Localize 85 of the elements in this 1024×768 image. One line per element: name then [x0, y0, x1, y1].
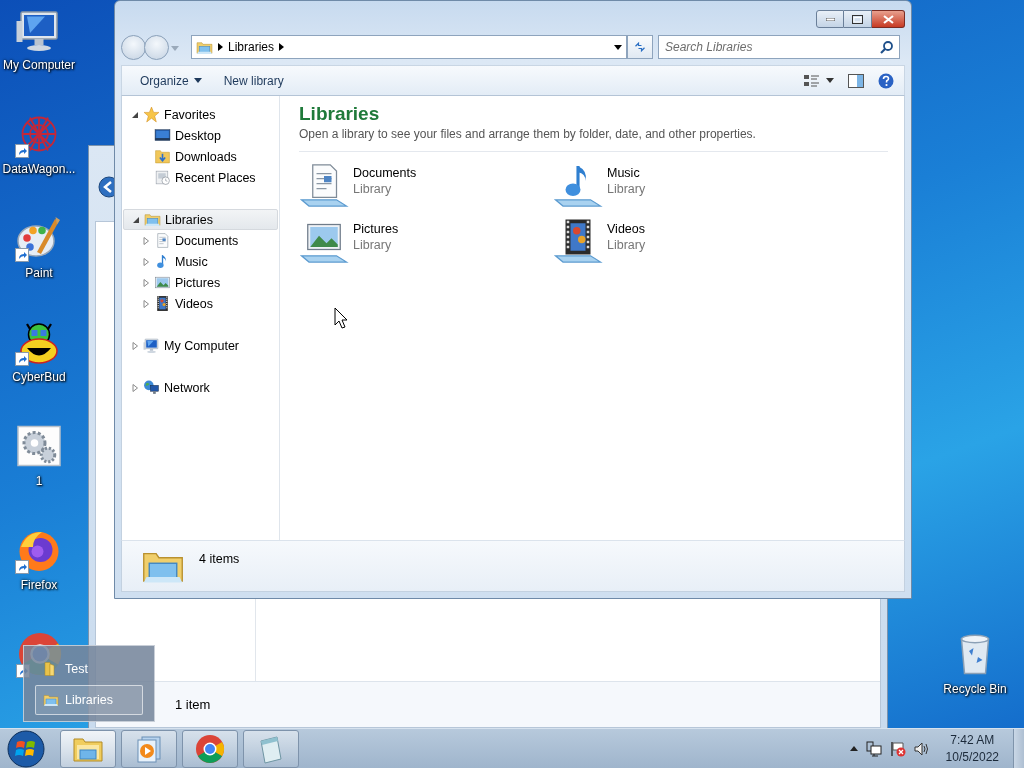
- caret-icon: [614, 44, 622, 50]
- flag-error-icon: [889, 740, 906, 757]
- preview-pane-icon: [848, 73, 864, 88]
- page-title: Libraries: [299, 102, 381, 126]
- collapsed-arrow-icon: [142, 278, 150, 287]
- nav-item[interactable]: Pictures: [123, 272, 278, 293]
- desktop-shortcut[interactable]: DataWagon...: [0, 110, 78, 214]
- view-list-icon: [804, 73, 820, 88]
- address-bar[interactable]: Libraries: [191, 35, 627, 59]
- nav-item[interactable]: Documents: [123, 230, 278, 251]
- chevron-icon: [218, 43, 223, 51]
- restore-icon: [852, 14, 863, 24]
- downloads-folder-icon: [154, 148, 171, 165]
- network-tray-icon: [865, 740, 882, 757]
- nav-item[interactable]: Recent Places: [123, 167, 278, 188]
- library-item[interactable]: Pictures Library: [299, 214, 553, 270]
- desktop-shortcut[interactable]: Paint: [0, 214, 78, 318]
- library-item[interactable]: Music Library: [553, 158, 807, 214]
- minimize-button[interactable]: [816, 10, 844, 28]
- clock[interactable]: 7:42 AM 10/5/2022: [939, 731, 1005, 766]
- library-item[interactable]: Documents Library: [299, 158, 553, 214]
- help-icon: [878, 72, 894, 89]
- desktop-shortcut[interactable]: Recycle Bin: [936, 630, 1014, 734]
- desktop-screen-icon: [154, 127, 171, 144]
- jump-list-item[interactable]: Test: [35, 658, 143, 680]
- collapsed-arrow-icon: [142, 257, 150, 266]
- menu-button[interactable]: Organize: [132, 69, 210, 92]
- minimize-icon: [825, 17, 835, 21]
- expanded-arrow-icon: [132, 215, 140, 224]
- search-field[interactable]: Search Libraries: [658, 35, 900, 59]
- library-folder-icon: [43, 692, 59, 708]
- recent-places-icon: [154, 169, 171, 186]
- refresh-icon: [634, 40, 646, 54]
- item-count: 1 item: [175, 697, 211, 712]
- nav-item[interactable]: Network: [123, 377, 278, 398]
- network-globe-icon: [143, 379, 160, 396]
- refresh-button[interactable]: [627, 35, 653, 59]
- nav-item[interactable]: Desktop: [123, 125, 278, 146]
- taskbar-button[interactable]: [243, 729, 299, 768]
- picture-frame-icon: [154, 274, 171, 291]
- search-icon: [880, 40, 894, 54]
- desktop-shortcut[interactable]: Firefox: [0, 526, 78, 630]
- nav-item[interactable]: Downloads: [123, 146, 278, 167]
- nav-item[interactable]: Libraries: [123, 209, 278, 230]
- caret-icon: [826, 78, 834, 83]
- collapsed-arrow-icon: [131, 341, 139, 350]
- start-button[interactable]: [6, 728, 46, 768]
- monitor-icon: [143, 337, 160, 354]
- nav-item[interactable]: My Computer: [123, 335, 278, 356]
- collapsed-arrow-icon: [142, 299, 150, 308]
- caret-icon: [193, 78, 202, 83]
- taskbar-button[interactable]: [182, 729, 238, 768]
- toolbar-button[interactable]: New library: [215, 69, 292, 92]
- windows-logo-icon: [6, 728, 46, 768]
- speaker-icon: [913, 740, 930, 757]
- nav-item[interactable]: Videos: [123, 293, 278, 314]
- page-description: Open a library to see your files and arrange them by folder, date, and other properties.: [299, 126, 888, 152]
- chrome-logo-icon: [194, 732, 226, 765]
- show-hidden-icons-icon: [849, 746, 858, 751]
- mouse-cursor-icon: [334, 307, 348, 329]
- library-folder-icon: [144, 211, 161, 228]
- maximize-button[interactable]: [844, 10, 872, 28]
- caret-icon: [171, 46, 179, 51]
- forward-button[interactable]: [144, 34, 169, 60]
- expanded-arrow-icon: [131, 110, 139, 119]
- collapsed-arrow-icon: [142, 236, 150, 245]
- desktop-shortcut[interactable]: My Computer: [0, 6, 78, 110]
- taskbar-button[interactable]: [121, 729, 177, 768]
- show-desktop-button[interactable]: [1013, 728, 1024, 768]
- film-strip-icon: [154, 295, 171, 312]
- nav-item[interactable]: Favorites: [123, 104, 278, 125]
- nav-item[interactable]: Music: [123, 251, 278, 272]
- taskbar-button[interactable]: [60, 729, 116, 768]
- desktop-shortcut[interactable]: CyberBud: [0, 318, 78, 422]
- close-button[interactable]: [872, 10, 905, 28]
- desktop-shortcut[interactable]: 1: [0, 422, 78, 526]
- item-count: 4 items: [199, 552, 240, 566]
- document-icon: [154, 232, 171, 249]
- chevron-icon: [279, 43, 285, 51]
- close-icon: [882, 14, 894, 24]
- back-button[interactable]: [121, 34, 146, 60]
- collapsed-arrow-icon: [131, 383, 139, 392]
- star-icon: [143, 106, 160, 123]
- breadcrumb[interactable]: Libraries: [228, 40, 275, 54]
- library-item[interactable]: Videos Library: [553, 214, 807, 270]
